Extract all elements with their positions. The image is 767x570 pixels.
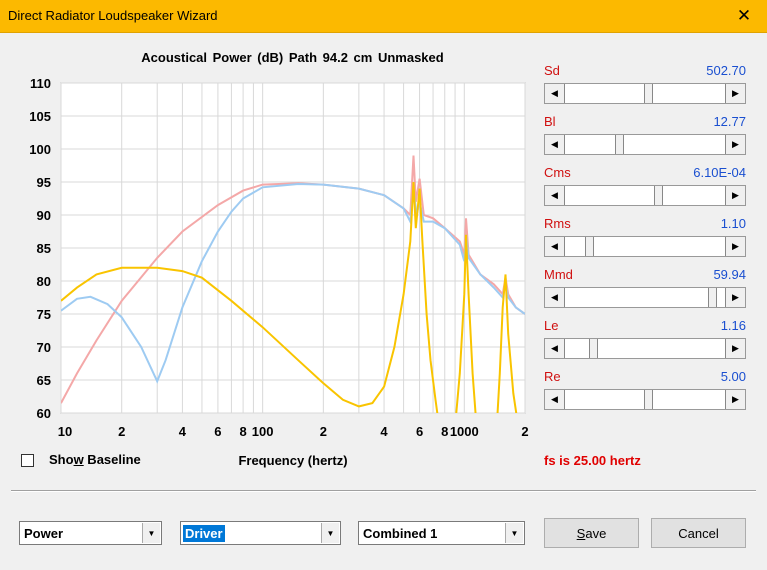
scroll-right-icon[interactable]: ▶: [725, 84, 745, 103]
scroll-left-icon[interactable]: ◀: [545, 339, 565, 358]
x-tick-label: 4: [380, 424, 388, 439]
param-value: 6.10E-04: [693, 165, 746, 180]
x-tick-label: 10: [58, 424, 72, 439]
show-baseline-checkbox[interactable]: [21, 454, 34, 467]
chevron-down-icon[interactable]: ▼: [321, 523, 339, 543]
param-name: Le: [544, 318, 559, 333]
plot-type-select[interactable]: Power ▼: [19, 521, 162, 545]
scroll-left-icon[interactable]: ◀: [545, 84, 565, 103]
x-tick-label: 6: [416, 424, 423, 439]
y-tick-label: 100: [29, 142, 51, 157]
param-scrollbar[interactable]: ◀ ▶: [544, 389, 746, 410]
y-tick-label: 95: [37, 175, 51, 190]
x-tick-label: 1000: [450, 424, 479, 439]
param-name: Sd: [544, 63, 560, 78]
param-scrollbar[interactable]: ◀ ▶: [544, 185, 746, 206]
scroll-right-icon[interactable]: ▶: [725, 135, 745, 154]
scroll-right-icon[interactable]: ▶: [725, 288, 745, 307]
resonance-frequency-text: fs is 25.00 hertz: [544, 453, 641, 468]
param-value: 5.00: [720, 369, 746, 384]
y-tick-label: 90: [37, 208, 51, 223]
scroll-thumb[interactable]: [584, 237, 594, 256]
param-scrollbar[interactable]: ◀ ▶: [544, 83, 746, 104]
scroll-right-icon[interactable]: ▶: [725, 186, 745, 205]
scroll-thumb[interactable]: [643, 390, 653, 409]
param-name: Cms: [544, 165, 571, 180]
param-name: Bl: [544, 114, 556, 129]
scroll-right-icon[interactable]: ▶: [725, 237, 745, 256]
scroll-thumb[interactable]: [614, 135, 624, 154]
x-tick-label: 2: [320, 424, 327, 439]
param-scrollbar[interactable]: ◀ ▶: [544, 338, 746, 359]
scroll-left-icon[interactable]: ◀: [545, 186, 565, 205]
x-tick-label: 4: [179, 424, 187, 439]
chevron-down-icon[interactable]: ▼: [505, 523, 523, 543]
x-tick-labels: 10 2 4 6 8 100 2 4 6 8 1000 2: [58, 424, 529, 439]
scroll-left-icon[interactable]: ◀: [545, 237, 565, 256]
combination-value: Combined 1: [363, 526, 438, 541]
scroll-thumb[interactable]: [589, 339, 599, 358]
param-value: 12.77: [713, 114, 746, 129]
scroll-left-icon[interactable]: ◀: [545, 135, 565, 154]
y-tick-label: 60: [37, 406, 51, 421]
param-name: Rms: [544, 216, 571, 231]
param-scrollbar[interactable]: ◀ ▶: [544, 134, 746, 155]
scroll-left-icon[interactable]: ◀: [545, 390, 565, 409]
x-tick-label: 100: [252, 424, 274, 439]
y-tick-label: 105: [29, 109, 51, 124]
scroll-thumb[interactable]: [708, 288, 718, 307]
scroll-thumb[interactable]: [643, 84, 653, 103]
y-tick-label: 85: [37, 241, 51, 256]
source-value: Driver: [183, 525, 225, 542]
scroll-right-icon[interactable]: ▶: [725, 339, 745, 358]
plot-type-value: Power: [24, 526, 64, 541]
param-value: 1.10: [720, 216, 746, 231]
x-tick-label: 6: [214, 424, 221, 439]
cancel-button[interactable]: Cancel: [651, 518, 746, 548]
scroll-right-icon[interactable]: ▶: [725, 390, 745, 409]
param-name: Mmd: [544, 267, 573, 282]
param-scrollbar[interactable]: ◀ ▶: [544, 287, 746, 308]
show-baseline-label[interactable]: Show Baseline: [49, 452, 141, 467]
param-scrollbar[interactable]: ◀ ▶: [544, 236, 746, 257]
y-tick-labels: 60 65 70 75 80 85 90 95 100 105 110: [29, 76, 51, 421]
save-button[interactable]: Save: [544, 518, 639, 548]
x-tick-label: 8: [239, 424, 246, 439]
chevron-down-icon[interactable]: ▼: [142, 523, 160, 543]
param-value: 1.16: [720, 318, 746, 333]
x-tick-label: 2: [521, 424, 528, 439]
y-tick-label: 110: [30, 76, 51, 91]
x-tick-label: 2: [118, 424, 125, 439]
source-select[interactable]: Driver ▼: [180, 521, 341, 545]
y-tick-label: 75: [37, 307, 51, 322]
param-value: 502.70: [706, 63, 746, 78]
y-tick-label: 70: [37, 340, 51, 355]
param-value: 59.94: [713, 267, 746, 282]
x-tick-label: 8: [441, 424, 448, 439]
param-name: Re: [544, 369, 561, 384]
divider: [11, 490, 756, 492]
combination-select[interactable]: Combined 1 ▼: [358, 521, 525, 545]
y-tick-label: 80: [37, 274, 51, 289]
y-tick-label: 65: [37, 373, 51, 388]
scroll-thumb[interactable]: [654, 186, 664, 205]
x-axis-label: Frequency (hertz): [238, 453, 348, 468]
scroll-left-icon[interactable]: ◀: [545, 288, 565, 307]
